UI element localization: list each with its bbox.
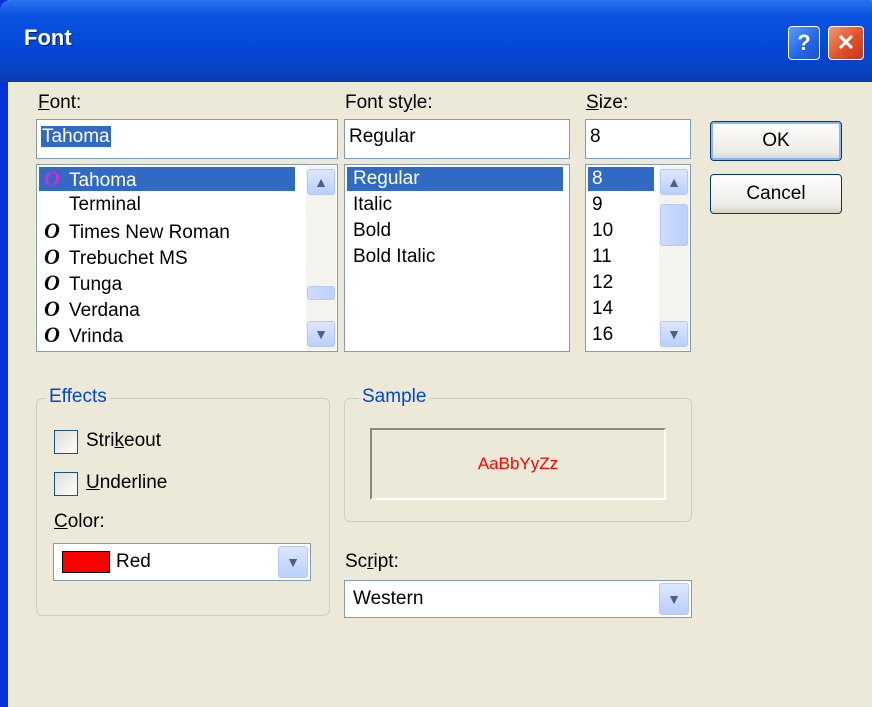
color-dropdown[interactable]: Red ▼ (53, 543, 311, 581)
font-list-item-label: Vrinda (69, 326, 124, 347)
chevron-down-icon: ▼ (667, 326, 681, 342)
font-list-item[interactable]: O Tahoma (39, 167, 295, 191)
title-bar[interactable]: Font ? ✕ (0, 0, 872, 82)
font-list-item-label: Tunga (69, 274, 123, 295)
size-input[interactable]: 8 (585, 119, 691, 159)
ok-button[interactable]: OK (710, 121, 842, 161)
chevron-down-icon: ▼ (286, 554, 300, 570)
cancel-button[interactable]: Cancel (710, 174, 842, 214)
help-button[interactable]: ? (788, 26, 820, 60)
font-style-list-item[interactable]: Bold Italic (347, 245, 563, 269)
close-button[interactable]: ✕ (828, 26, 864, 60)
effects-group-title: Effects (46, 386, 110, 408)
font-list-item-label: Verdana (69, 300, 140, 321)
sample-text: AaBbYyZz (477, 454, 559, 473)
scroll-thumb[interactable] (660, 204, 688, 246)
opentype-font-icon: O (44, 244, 60, 269)
font-name-input[interactable]: Tahoma (36, 119, 338, 159)
opentype-font-icon: O (44, 270, 60, 295)
effects-group (36, 398, 330, 616)
font-list-item-label: Trebuchet MS (69, 248, 188, 269)
opentype-font-icon: O (44, 296, 60, 321)
size-label: Size: (586, 92, 629, 113)
font-list-item[interactable]: O Times New Roman (39, 218, 295, 244)
scroll-thumb[interactable] (307, 286, 335, 300)
script-label: Script: (345, 551, 399, 572)
sample-group-title: Sample (359, 386, 430, 408)
script-dropdown-button[interactable]: ▼ (659, 583, 689, 615)
font-list[interactable]: O Tahoma Terminal O Times New Roman O Trebuche… (36, 164, 338, 352)
opentype-font-icon: O (44, 218, 60, 243)
font-style-list[interactable]: Regular Italic Bold Bold Italic (344, 164, 570, 352)
scroll-down-button[interactable]: ▼ (660, 321, 688, 347)
font-style-list-item[interactable]: Bold (347, 219, 563, 243)
font-list-item[interactable]: Terminal (39, 193, 295, 217)
color-label: Color: (54, 511, 105, 532)
help-icon: ? (797, 30, 811, 55)
font-list-item-label: Times New Roman (69, 222, 230, 243)
size-list-item[interactable]: 10 (588, 219, 654, 243)
chevron-up-icon: ▲ (314, 174, 328, 190)
font-style-label: Font style: (345, 92, 433, 113)
strikeout-label[interactable]: Strikeout (86, 430, 161, 452)
size-list[interactable]: 8 9 10 11 12 14 16 ▲ ▼ (585, 164, 691, 352)
font-list-item[interactable]: O Verdana (39, 296, 295, 322)
size-list-item[interactable]: 14 (588, 297, 654, 321)
font-style-input[interactable]: Regular (344, 119, 570, 159)
strikeout-checkbox[interactable] (54, 430, 78, 454)
chevron-up-icon: ▲ (667, 174, 681, 190)
scroll-down-button[interactable]: ▼ (307, 321, 335, 347)
underline-checkbox[interactable] (54, 472, 78, 496)
font-label: Font: (38, 92, 82, 113)
script-dropdown[interactable]: Western ▼ (344, 580, 692, 618)
size-list-item[interactable]: 12 (588, 271, 654, 295)
script-value: Western (353, 588, 424, 609)
chevron-down-icon: ▼ (667, 591, 681, 607)
scroll-up-button[interactable]: ▲ (307, 169, 335, 195)
font-list-scrollbar[interactable]: ▲ ▼ (306, 166, 336, 350)
font-style-list-item[interactable]: Regular (347, 167, 563, 191)
dialog-title: Font (24, 25, 72, 50)
font-list-item-label: Tahoma (69, 170, 137, 191)
size-list-item[interactable]: 16 (588, 323, 654, 347)
font-list-item[interactable]: O Trebuchet MS (39, 244, 295, 270)
color-swatch (62, 551, 110, 573)
scroll-up-button[interactable]: ▲ (660, 169, 688, 195)
font-dialog: Font ? ✕ Font: Tahoma O Tahoma Terminal O Ti… (0, 0, 872, 707)
color-dropdown-button[interactable]: ▼ (278, 546, 308, 578)
size-list-item[interactable]: 8 (588, 167, 654, 191)
font-list-item[interactable]: O Tunga (39, 270, 295, 296)
chevron-down-icon: ▼ (314, 326, 328, 342)
size-list-item[interactable]: 9 (588, 193, 654, 217)
font-list-item-label: Terminal (69, 194, 141, 215)
close-icon: ✕ (836, 30, 856, 55)
color-value: Red (116, 551, 151, 572)
opentype-font-icon: O (44, 322, 60, 347)
font-style-list-item[interactable]: Italic (347, 193, 563, 217)
size-list-scrollbar[interactable]: ▲ ▼ (659, 166, 689, 350)
underline-label[interactable]: Underline (86, 472, 167, 494)
opentype-font-icon: O (44, 166, 60, 191)
size-list-item[interactable]: 11 (588, 245, 654, 269)
sample-preview: AaBbYyZz (370, 428, 666, 500)
font-list-item[interactable]: O Vrinda (39, 322, 295, 348)
